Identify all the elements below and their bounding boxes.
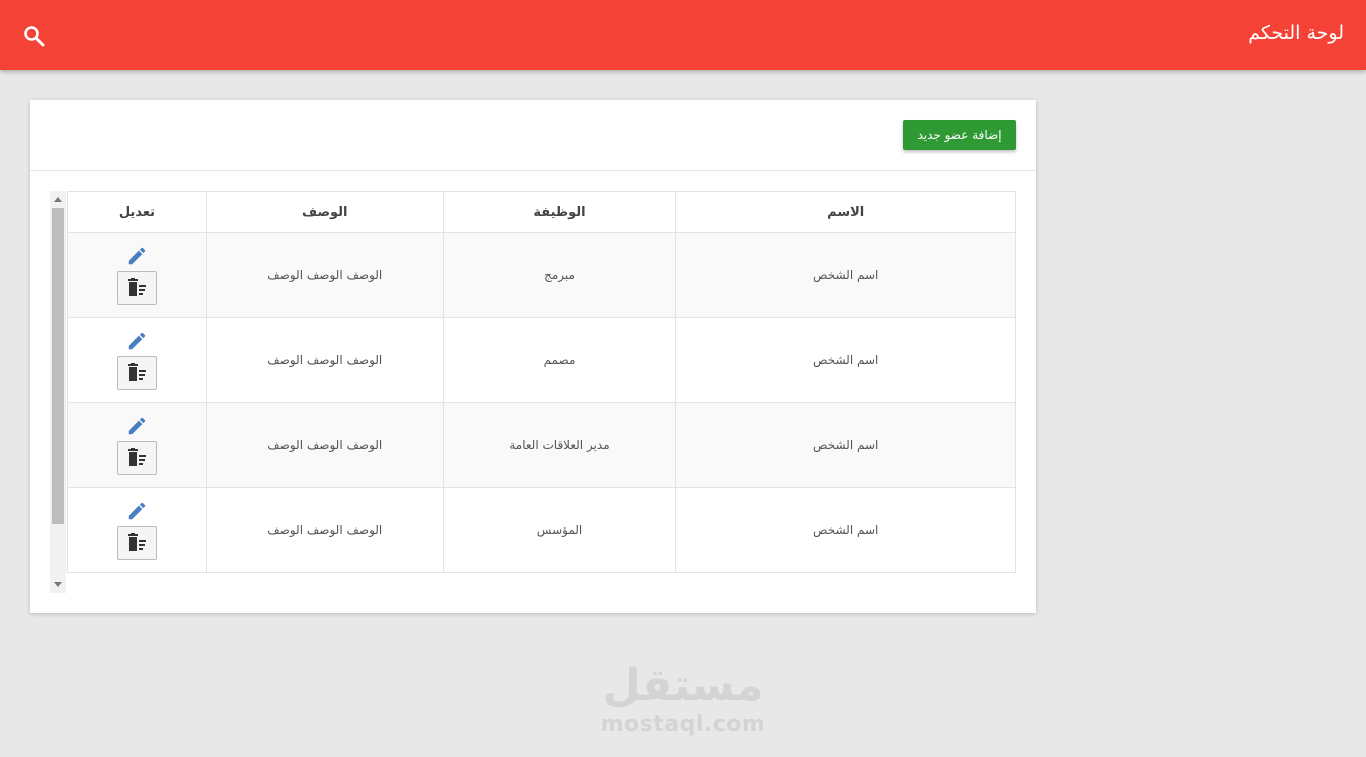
- cell-job: مصمم: [442, 317, 677, 403]
- table-header-row: الاسم الوظيفة الوصف تعديل: [67, 191, 1016, 233]
- cell-name: اسم الشخص: [675, 402, 1016, 488]
- trash-icon: [127, 278, 146, 296]
- cell-actions: [67, 232, 207, 318]
- cell-name: اسم الشخص: [675, 232, 1016, 318]
- cell-actions: [67, 402, 207, 488]
- header-job: الوظيفة: [442, 191, 677, 233]
- watermark-latin: mostaql.com: [600, 712, 766, 737]
- search-icon[interactable]: [22, 24, 46, 48]
- cell-desc: الوصف الوصف الوصف: [205, 487, 444, 573]
- cell-actions: [67, 317, 207, 403]
- cell-desc: الوصف الوصف الوصف: [205, 232, 444, 318]
- table-row: اسم الشخص مصمم الوصف الوصف الوصف: [67, 317, 1016, 403]
- page-title: لوحة التحكم: [1248, 22, 1344, 44]
- pencil-icon[interactable]: [126, 330, 148, 352]
- table-container: الاسم الوظيفة الوصف تعديل اسم الشخص مبرم…: [50, 191, 1016, 593]
- delete-button[interactable]: [116, 356, 157, 390]
- delete-button[interactable]: [116, 441, 157, 475]
- watermark-arabic: مستقل: [602, 660, 764, 711]
- trash-icon: [127, 448, 146, 466]
- pencil-icon[interactable]: [126, 245, 148, 267]
- top-app-bar: لوحة التحكم: [0, 0, 1366, 70]
- header-desc: الوصف: [205, 191, 444, 233]
- cell-job: مدير العلاقات العامة: [442, 402, 677, 488]
- vertical-scrollbar[interactable]: [50, 191, 66, 593]
- add-member-button[interactable]: إضافة عضو جديد: [903, 120, 1016, 150]
- cell-job: المؤسس: [442, 487, 677, 573]
- cell-name: اسم الشخص: [675, 487, 1016, 573]
- cell-name: اسم الشخص: [675, 317, 1016, 403]
- members-table: الاسم الوظيفة الوصف تعديل اسم الشخص مبرم…: [67, 191, 1016, 573]
- watermark-logo: مستقل mostaql.com: [600, 660, 766, 742]
- members-card: إضافة عضو جديد الاسم الوظيفة الوصف تعديل…: [30, 100, 1036, 613]
- table-row: اسم الشخص مبرمج الوصف الوصف الوصف: [67, 232, 1016, 318]
- cell-job: مبرمج: [442, 232, 677, 318]
- pencil-icon[interactable]: [126, 500, 148, 522]
- cell-desc: الوصف الوصف الوصف: [205, 317, 444, 403]
- trash-icon: [127, 533, 146, 551]
- scroll-up-arrow-icon[interactable]: [54, 197, 62, 202]
- cell-actions: [67, 487, 207, 573]
- header-name: الاسم: [675, 191, 1016, 233]
- cell-desc: الوصف الوصف الوصف: [205, 402, 444, 488]
- delete-button[interactable]: [116, 271, 157, 305]
- table-row: اسم الشخص مدير العلاقات العامة الوصف الو…: [67, 402, 1016, 488]
- delete-button[interactable]: [116, 526, 157, 560]
- scroll-down-arrow-icon[interactable]: [54, 582, 62, 587]
- trash-icon: [127, 363, 146, 381]
- header-edit: تعديل: [67, 191, 207, 233]
- pencil-icon[interactable]: [126, 415, 148, 437]
- scrollbar-thumb[interactable]: [52, 208, 64, 524]
- card-header: إضافة عضو جديد: [30, 100, 1036, 171]
- table-row: اسم الشخص المؤسس الوصف الوصف الوصف: [67, 487, 1016, 573]
